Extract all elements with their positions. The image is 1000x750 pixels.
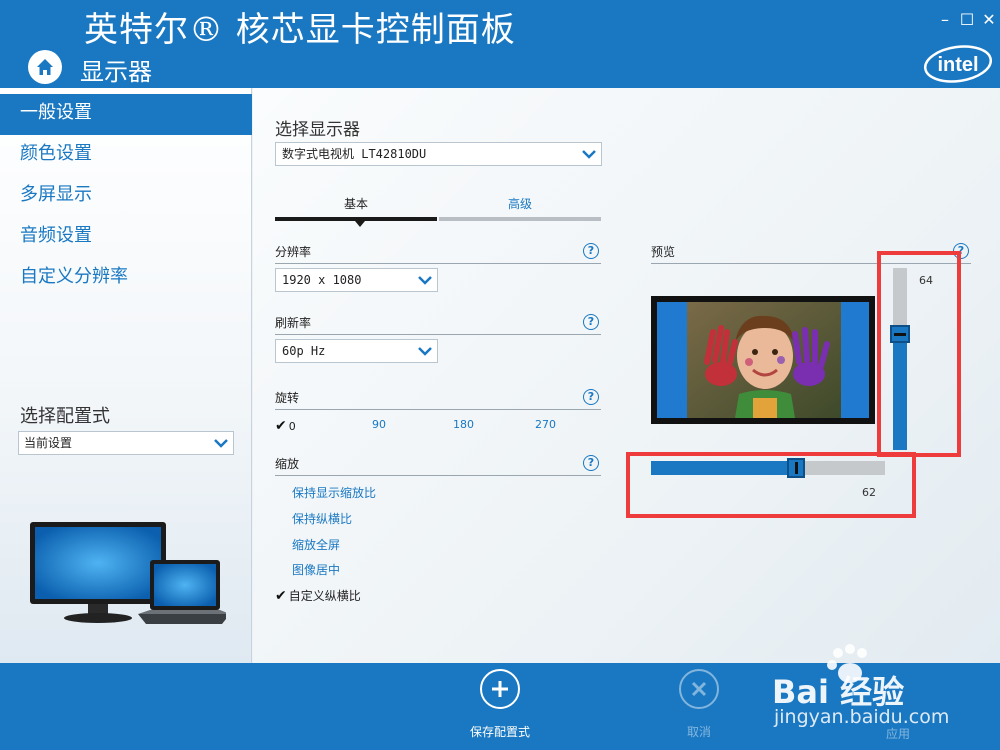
main-panel: 选择显示器 数字式电视机 LT42810DU 基本 高级 分辨率 ? 1920 … bbox=[253, 88, 1000, 663]
sidebar-item-audio[interactable]: 音频设置 bbox=[0, 217, 252, 258]
highlight-box-vertical bbox=[877, 251, 961, 457]
checkmark-icon: ✔ bbox=[275, 588, 287, 604]
tab-advanced-indicator bbox=[439, 217, 601, 221]
scaling-option-full-screen[interactable]: 缩放全屏 bbox=[292, 536, 340, 553]
chevron-down-icon bbox=[418, 276, 432, 285]
help-icon[interactable]: ? bbox=[583, 389, 599, 405]
app-title: 英特尔® 核芯显卡控制面板 bbox=[84, 10, 516, 50]
rotation-option-180[interactable]: 180 bbox=[453, 418, 474, 431]
tab-advanced-label: 高级 bbox=[507, 197, 532, 211]
sidebar-item-general[interactable]: 一般设置 bbox=[0, 94, 252, 135]
refresh-select-value: 60p Hz bbox=[282, 344, 326, 358]
profile-select-value: 当前设置 bbox=[24, 436, 73, 450]
scaling-header: 缩放 ? bbox=[275, 454, 601, 476]
maximize-button[interactable]: ☐ bbox=[956, 10, 978, 29]
save-profile-label: 保存配置式 bbox=[469, 725, 530, 739]
rotation-option-0[interactable]: ✔ 0 bbox=[275, 418, 296, 434]
refresh-label: 刷新率 bbox=[275, 316, 312, 330]
intel-logo: intel bbox=[923, 45, 993, 83]
resolution-select[interactable]: 1920 x 1080 bbox=[275, 268, 438, 292]
close-circle-icon bbox=[679, 669, 719, 709]
rotation-label: 旋转 bbox=[275, 391, 300, 405]
chevron-down-icon bbox=[582, 150, 596, 159]
cancel-label: 取消 bbox=[686, 725, 711, 739]
refresh-select[interactable]: 60p Hz bbox=[275, 339, 438, 363]
sidebar: 一般设置 颜色设置 多屏显示 音频设置 自定义分辨率 选择配置式 当前设置 bbox=[0, 88, 252, 663]
preview-screen bbox=[657, 302, 869, 418]
home-icon bbox=[37, 59, 53, 75]
rotation-header: 旋转 ? bbox=[275, 388, 601, 410]
scaling-option-center-image[interactable]: 图像居中 bbox=[292, 561, 340, 578]
rotation-option-label: 0 bbox=[288, 420, 296, 433]
help-icon[interactable]: ? bbox=[583, 314, 599, 330]
highlight-box-horizontal bbox=[626, 452, 916, 518]
scaling-option-maintain-display[interactable]: 保持显示缩放比 bbox=[292, 484, 376, 501]
resolution-header: 分辨率 ? bbox=[275, 242, 601, 264]
help-icon[interactable]: ? bbox=[583, 243, 599, 259]
profile-select[interactable]: 当前设置 bbox=[18, 431, 234, 455]
sidebar-item-multi-display[interactable]: 多屏显示 bbox=[0, 176, 252, 217]
resolution-select-value: 1920 x 1080 bbox=[282, 273, 362, 287]
footer-bar: 保存配置式 取消 应用 Bai 经验 jingyan.baidu.com bbox=[0, 644, 1000, 750]
close-button[interactable]: ✕ bbox=[978, 10, 1000, 29]
chevron-down-icon bbox=[214, 439, 228, 448]
tab-basic[interactable]: 基本 bbox=[275, 194, 437, 227]
preview-photo bbox=[687, 302, 841, 418]
section-title: 显示器 bbox=[80, 58, 152, 86]
help-icon[interactable]: ? bbox=[583, 455, 599, 471]
tab-bar: 基本 高级 bbox=[275, 194, 601, 227]
watermark-url: jingyan.baidu.com bbox=[774, 706, 950, 728]
plus-circle-icon bbox=[480, 669, 520, 709]
scaling-option-label: 自定义纵横比 bbox=[288, 589, 361, 603]
cancel-button[interactable]: 取消 bbox=[659, 669, 739, 740]
display-select[interactable]: 数字式电视机 LT42810DU bbox=[275, 142, 602, 166]
save-profile-button[interactable]: 保存配置式 bbox=[460, 669, 540, 740]
sidebar-item-color[interactable]: 颜色设置 bbox=[0, 135, 252, 176]
scaling-label: 缩放 bbox=[275, 457, 300, 471]
chevron-down-icon bbox=[418, 347, 432, 356]
tab-advanced[interactable]: 高级 bbox=[439, 194, 601, 224]
minimize-button[interactable]: – bbox=[934, 10, 956, 29]
resolution-label: 分辨率 bbox=[275, 245, 312, 259]
title-bar: 英特尔® 核芯显卡控制面板 显示器 – ☐ ✕ intel bbox=[0, 0, 1000, 88]
tab-basic-label: 基本 bbox=[343, 197, 368, 211]
rotation-option-270[interactable]: 270 bbox=[535, 418, 556, 431]
scaling-option-maintain-aspect[interactable]: 保持纵横比 bbox=[292, 510, 352, 527]
profile-label: 选择配置式 bbox=[20, 406, 110, 427]
sidebar-nav: 一般设置 颜色设置 多屏显示 音频设置 自定义分辨率 bbox=[0, 94, 252, 299]
select-display-label: 选择显示器 bbox=[275, 120, 360, 140]
scaling-option-custom-aspect[interactable]: ✔ 自定义纵横比 bbox=[275, 587, 361, 604]
intel-logo-text: intel bbox=[937, 54, 978, 76]
display-select-value: 数字式电视机 LT42810DU bbox=[282, 147, 427, 161]
preview-frame bbox=[651, 296, 875, 424]
home-button[interactable] bbox=[28, 50, 62, 84]
rotation-option-90[interactable]: 90 bbox=[372, 418, 386, 431]
tab-active-arrow bbox=[355, 221, 365, 227]
preview-label: 预览 bbox=[651, 245, 676, 259]
sidebar-item-custom-resolution[interactable]: 自定义分辨率 bbox=[0, 258, 252, 299]
monitor-laptop-illustration bbox=[30, 522, 226, 624]
refresh-header: 刷新率 ? bbox=[275, 313, 601, 335]
checkmark-icon: ✔ bbox=[275, 418, 287, 434]
window-controls: – ☐ ✕ bbox=[934, 6, 1000, 32]
